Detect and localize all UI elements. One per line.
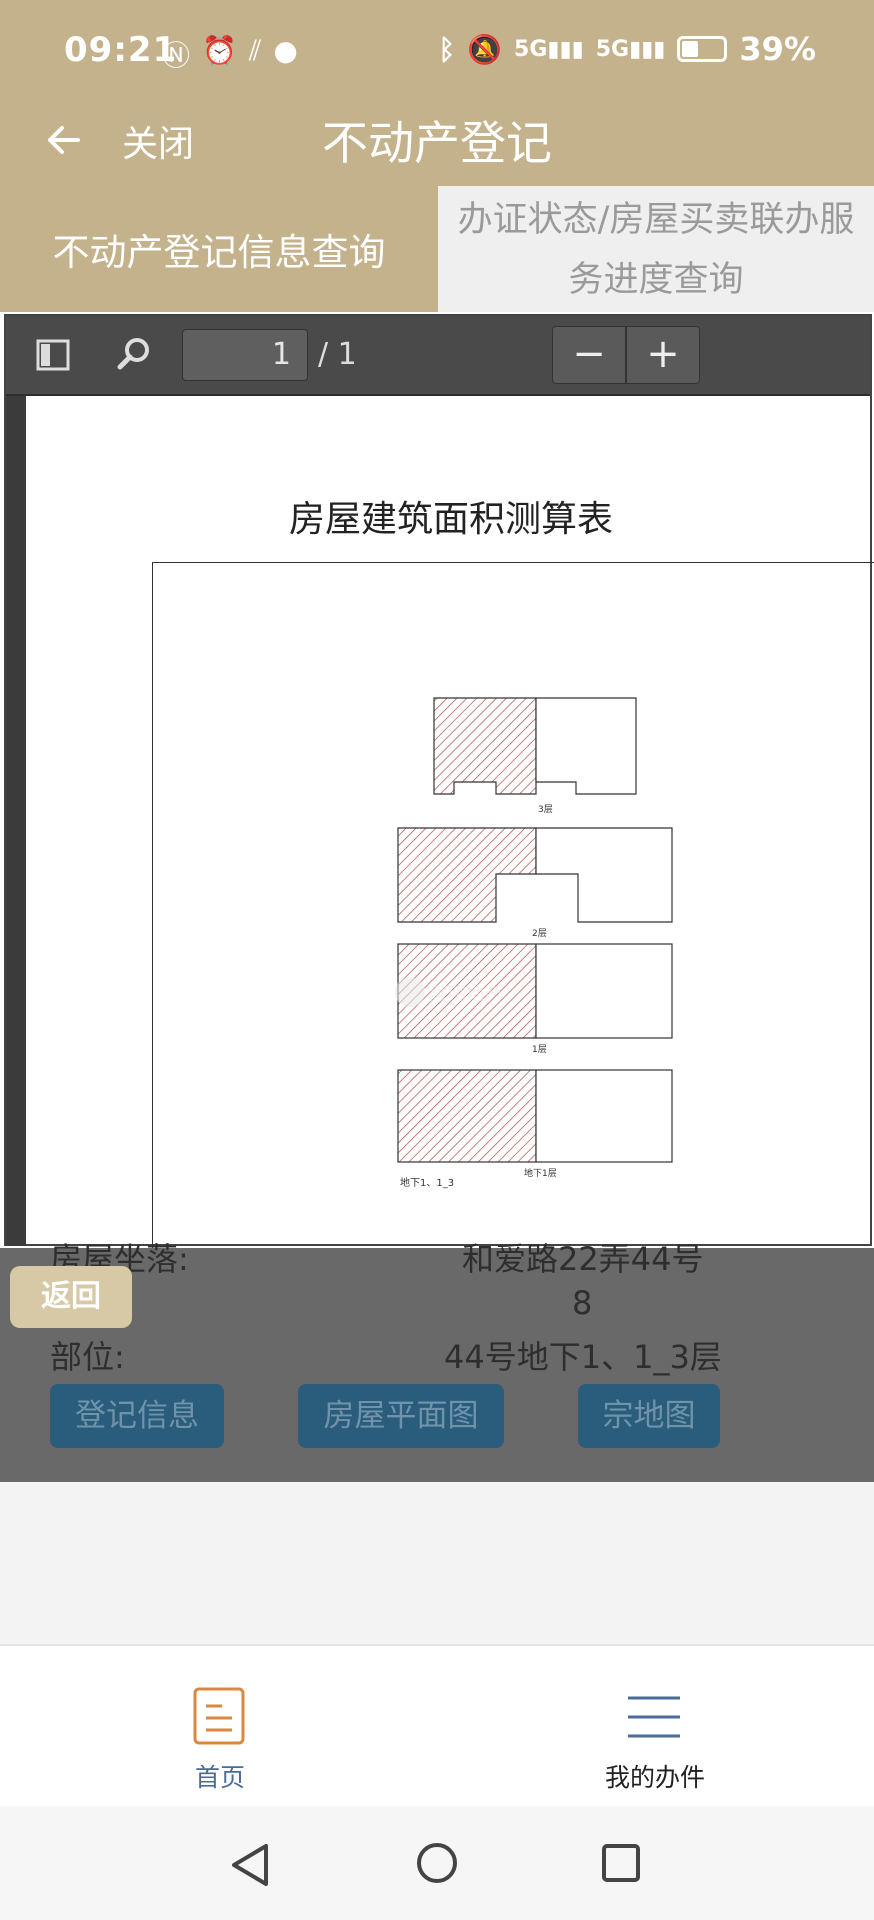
alarm-icon: ⏰ bbox=[202, 34, 237, 67]
floor-label-1: 1层 bbox=[532, 1044, 547, 1055]
floor-label-2: 2层 bbox=[532, 928, 547, 939]
location-value: 和爱路22弄44号 bbox=[462, 1240, 704, 1278]
zoom-out-button[interactable]: − bbox=[552, 326, 626, 384]
floor-plan-drawing: 3层 2层 1层 地下1层 地下1、1_3 藏明地产 bbox=[395, 697, 673, 1189]
tab-home-label: 首页 bbox=[194, 1763, 245, 1792]
watermark-text: 藏明地产 bbox=[430, 984, 502, 1005]
wechat-icon: ● bbox=[273, 34, 298, 67]
registration-info-button[interactable]: 登记信息 bbox=[50, 1384, 224, 1448]
back-triangle-icon[interactable] bbox=[228, 1842, 274, 1892]
pdf-page[interactable]: 房屋建筑面积测算表 3层 2层 1层 地下1层 地下1、1_3 藏明地产 bbox=[26, 396, 874, 1252]
return-button[interactable]: 返回 bbox=[10, 1266, 132, 1328]
floor-2-plan: 2层 bbox=[397, 827, 673, 939]
floor-label-3: 3层 bbox=[538, 804, 553, 815]
viewer-left-edge bbox=[6, 396, 26, 1246]
tab-progress-query[interactable]: 办证状态/房屋买卖联办服 务进度查询 bbox=[438, 186, 874, 312]
status-time: 09:21 bbox=[64, 30, 178, 70]
recents-square-icon[interactable] bbox=[600, 1842, 642, 1888]
search-icon[interactable] bbox=[116, 336, 152, 376]
part-label: 部位: bbox=[50, 1338, 125, 1376]
zoom-in-button[interactable]: + bbox=[626, 326, 700, 384]
home-circle-icon[interactable] bbox=[414, 1840, 460, 1890]
pdf-toolbar: 1 / 1 − + bbox=[6, 316, 870, 396]
bluetooth-icon: ᛒ bbox=[438, 32, 456, 66]
query-tabs: 不动产登记信息查询 办证状态/房屋买卖联办服 务进度查询 bbox=[0, 186, 874, 312]
battery-icon bbox=[677, 36, 728, 62]
menu-icon bbox=[626, 1694, 682, 1744]
tab-progress-line1: 办证状态/房屋买卖联办服 bbox=[457, 200, 855, 240]
tab-my-cases-label: 我的办件 bbox=[604, 1763, 705, 1792]
floor-note: 地下1、1_3 bbox=[400, 1176, 454, 1189]
mute-icon: 🔕 bbox=[467, 32, 503, 66]
pdf-viewer: 1 / 1 − + 房屋建筑面积测算表 3层 2层 1层 地下1层 地下1、1_… bbox=[4, 314, 874, 1252]
floor-plan-button[interactable]: 房屋平面图 bbox=[298, 1384, 504, 1448]
status-left-icons: Ⓝ ⏰ ⫽ ● bbox=[162, 34, 298, 74]
page-count: / 1 bbox=[318, 337, 357, 372]
part-value: 44号地下1、1_3层 bbox=[444, 1338, 722, 1376]
5g-signal-icon: 5G▮▮▮ bbox=[595, 36, 666, 62]
tab-registration-query[interactable]: 不动产登记信息查询 bbox=[0, 186, 438, 312]
battery-percent: 39% bbox=[739, 30, 816, 68]
arrow-left-icon[interactable] bbox=[44, 116, 84, 172]
status-right: ᛒ 🔕 5G▮▮▮ 5G▮▮▮ 39% bbox=[438, 30, 816, 68]
document-icon bbox=[192, 1686, 246, 1750]
parcel-map-button[interactable]: 宗地图 bbox=[578, 1384, 720, 1448]
tab-home[interactable]: 首页 bbox=[160, 1686, 280, 1792]
floor-label-b1: 地下1层 bbox=[524, 1167, 557, 1179]
content-blank-area bbox=[0, 1482, 874, 1644]
nfc-icon: Ⓝ bbox=[162, 39, 191, 72]
status-bar: 09:21 Ⓝ ⏰ ⫽ ● ᛒ 🔕 5G▮▮▮ 5G▮▮▮ 39% bbox=[0, 0, 874, 104]
close-button[interactable]: 关闭 bbox=[122, 120, 194, 170]
5g-signal-icon: 5G▮▮▮ bbox=[514, 36, 584, 62]
page-number-input[interactable]: 1 bbox=[182, 329, 308, 381]
floor-b1-plan: 地下1层 地下1、1_3 bbox=[397, 1069, 673, 1189]
floor-3-plan: 3层 bbox=[433, 697, 637, 815]
vpn-icon: ⫽ bbox=[248, 34, 262, 67]
bottom-tab-bar: 首页 我的办件 bbox=[0, 1644, 874, 1806]
tab-progress-line2: 务进度查询 bbox=[568, 260, 744, 300]
app-header: 不动产登记 关闭 bbox=[0, 104, 874, 186]
room-value: 8 bbox=[572, 1284, 593, 1322]
system-nav-bar bbox=[0, 1806, 874, 1920]
sidebar-toggle-icon[interactable] bbox=[36, 338, 70, 376]
tab-my-cases[interactable]: 我的办件 bbox=[590, 1686, 720, 1792]
